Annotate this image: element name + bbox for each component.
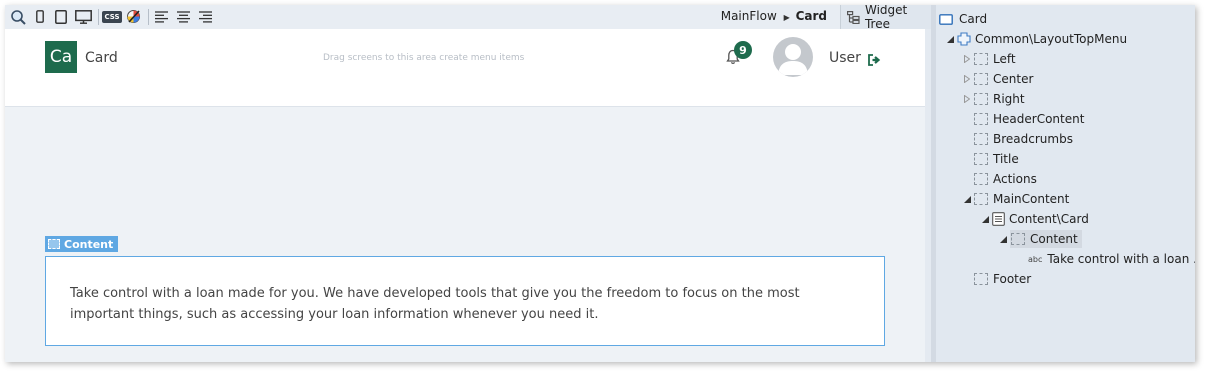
app-name: Card <box>85 50 118 66</box>
placeholder-icon <box>974 173 988 185</box>
tree-item-label: Right <box>993 92 1025 106</box>
tree-item-label: Content <box>1030 232 1078 246</box>
tree-item-label: Footer <box>993 272 1032 286</box>
css-icon[interactable]: CSS <box>102 8 122 25</box>
theme-icon[interactable] <box>124 8 142 25</box>
placeholder-icon <box>974 113 988 125</box>
app-header: Ca Card Drag screens to this area create… <box>5 29 925 107</box>
placeholder-icon <box>974 153 988 165</box>
placeholder-icon <box>1011 233 1025 245</box>
phone-icon[interactable] <box>33 8 47 25</box>
toolbar: CSS MainFlow ▶ Card <box>5 5 925 30</box>
placeholder-icon <box>974 93 988 105</box>
tree-item-label: Take control with a loan ... <box>1047 252 1195 266</box>
expanded-arrow-icon[interactable] <box>998 234 1008 244</box>
text-widget-icon: abc <box>1028 254 1043 264</box>
tree-item-label: Content\Card <box>1009 212 1089 226</box>
tab-widget-tree[interactable]: Widget Tree <box>840 5 936 31</box>
tree-item-content[interactable]: Content <box>998 229 1082 249</box>
tree-item-text[interactable]: abc Take control with a loan ... <box>1028 249 1195 269</box>
tree-item-label: Left <box>993 52 1016 66</box>
placeholder-icon <box>974 133 988 145</box>
tree-item-footer[interactable]: Footer <box>974 269 1031 289</box>
tree-item-breadcrumbs[interactable]: Breadcrumbs <box>974 129 1073 149</box>
tree-item-label: Center <box>993 72 1034 86</box>
avatar[interactable] <box>773 37 813 77</box>
tree-item-headercontent[interactable]: HeaderContent <box>974 109 1084 129</box>
tree-item-maincontent[interactable]: MainContent <box>962 189 1069 209</box>
css-label: CSS <box>102 10 122 23</box>
tree-item-actions[interactable]: Actions <box>974 169 1037 189</box>
desktop-icon[interactable] <box>74 8 92 25</box>
tree-item-label: Common\LayoutTopMenu <box>975 32 1128 46</box>
tree-item-left[interactable]: Left <box>962 49 1016 69</box>
expanded-arrow-icon[interactable] <box>962 194 972 204</box>
breadcrumb-flow[interactable]: MainFlow <box>721 9 777 23</box>
widget-tree-icon <box>847 10 860 24</box>
block-icon <box>957 32 971 46</box>
expanded-arrow-icon[interactable] <box>980 214 990 224</box>
content-placeholder-tag[interactable]: Content <box>45 236 119 252</box>
tree-item-label: Actions <box>993 172 1037 186</box>
breadcrumb-chevron-icon: ▶ <box>783 13 790 22</box>
toolbar-separator <box>98 9 99 25</box>
expanded-arrow-icon[interactable] <box>945 34 955 44</box>
design-canvas[interactable]: Ca Card Drag screens to this area create… <box>5 29 925 362</box>
breadcrumb: MainFlow ▶ Card <box>721 9 827 23</box>
tree-item-right[interactable]: Right <box>962 89 1025 109</box>
web-block-icon <box>992 212 1005 226</box>
tree-item-label: MainContent <box>993 192 1070 206</box>
tree-item-layouttopmenu[interactable]: Common\LayoutTopMenu <box>945 29 1127 49</box>
widget-tree-label: Widget Tree <box>864 5 908 31</box>
card-container[interactable]: Take control with a loan made for you. W… <box>45 256 885 346</box>
panel-splitter[interactable] <box>931 5 936 362</box>
tree-item-label: HeaderContent <box>993 112 1085 126</box>
collapsed-arrow-icon[interactable] <box>962 94 972 104</box>
card-text[interactable]: Take control with a loan made for you. W… <box>70 283 860 325</box>
breadcrumb-screen[interactable]: Card <box>796 9 827 23</box>
collapsed-arrow-icon[interactable] <box>962 74 972 84</box>
tree-item-content-card[interactable]: Content\Card <box>980 209 1089 229</box>
tree-item-title[interactable]: Title <box>974 149 1019 169</box>
collapsed-arrow-icon[interactable] <box>962 54 972 64</box>
app-logo[interactable]: Ca <box>45 41 77 73</box>
tree-item-label: Title <box>993 152 1019 166</box>
app-window: CSS MainFlow ▶ Card Widget Tree Ca Card … <box>5 5 1195 362</box>
notification-badge: 9 <box>734 41 752 59</box>
tree-root-card[interactable]: Card <box>939 9 987 29</box>
content-tag-label: Content <box>64 237 114 251</box>
toolbar-separator <box>148 9 149 25</box>
screen-icon <box>939 13 953 25</box>
align-left-icon[interactable] <box>153 8 169 25</box>
tree-item-center[interactable]: Center <box>962 69 1033 89</box>
tree-item-label: Breadcrumbs <box>993 132 1073 146</box>
placeholder-icon <box>974 53 988 65</box>
tree-selection: Content <box>1010 230 1082 248</box>
inspect-icon[interactable] <box>9 8 27 25</box>
menu-drag-hint: Drag screens to this area create menu it… <box>323 53 525 63</box>
user-name: User <box>829 50 861 66</box>
placeholder-icon <box>974 73 988 85</box>
logout-icon[interactable] <box>868 51 881 70</box>
user-silhouette-icon <box>778 44 808 75</box>
tablet-icon[interactable] <box>53 8 69 25</box>
placeholder-icon <box>974 193 988 205</box>
placeholder-icon <box>48 239 60 249</box>
align-right-icon[interactable] <box>197 8 213 25</box>
align-center-icon[interactable] <box>175 8 191 25</box>
placeholder-icon <box>974 273 988 285</box>
tree-root-label: Card <box>959 12 988 26</box>
